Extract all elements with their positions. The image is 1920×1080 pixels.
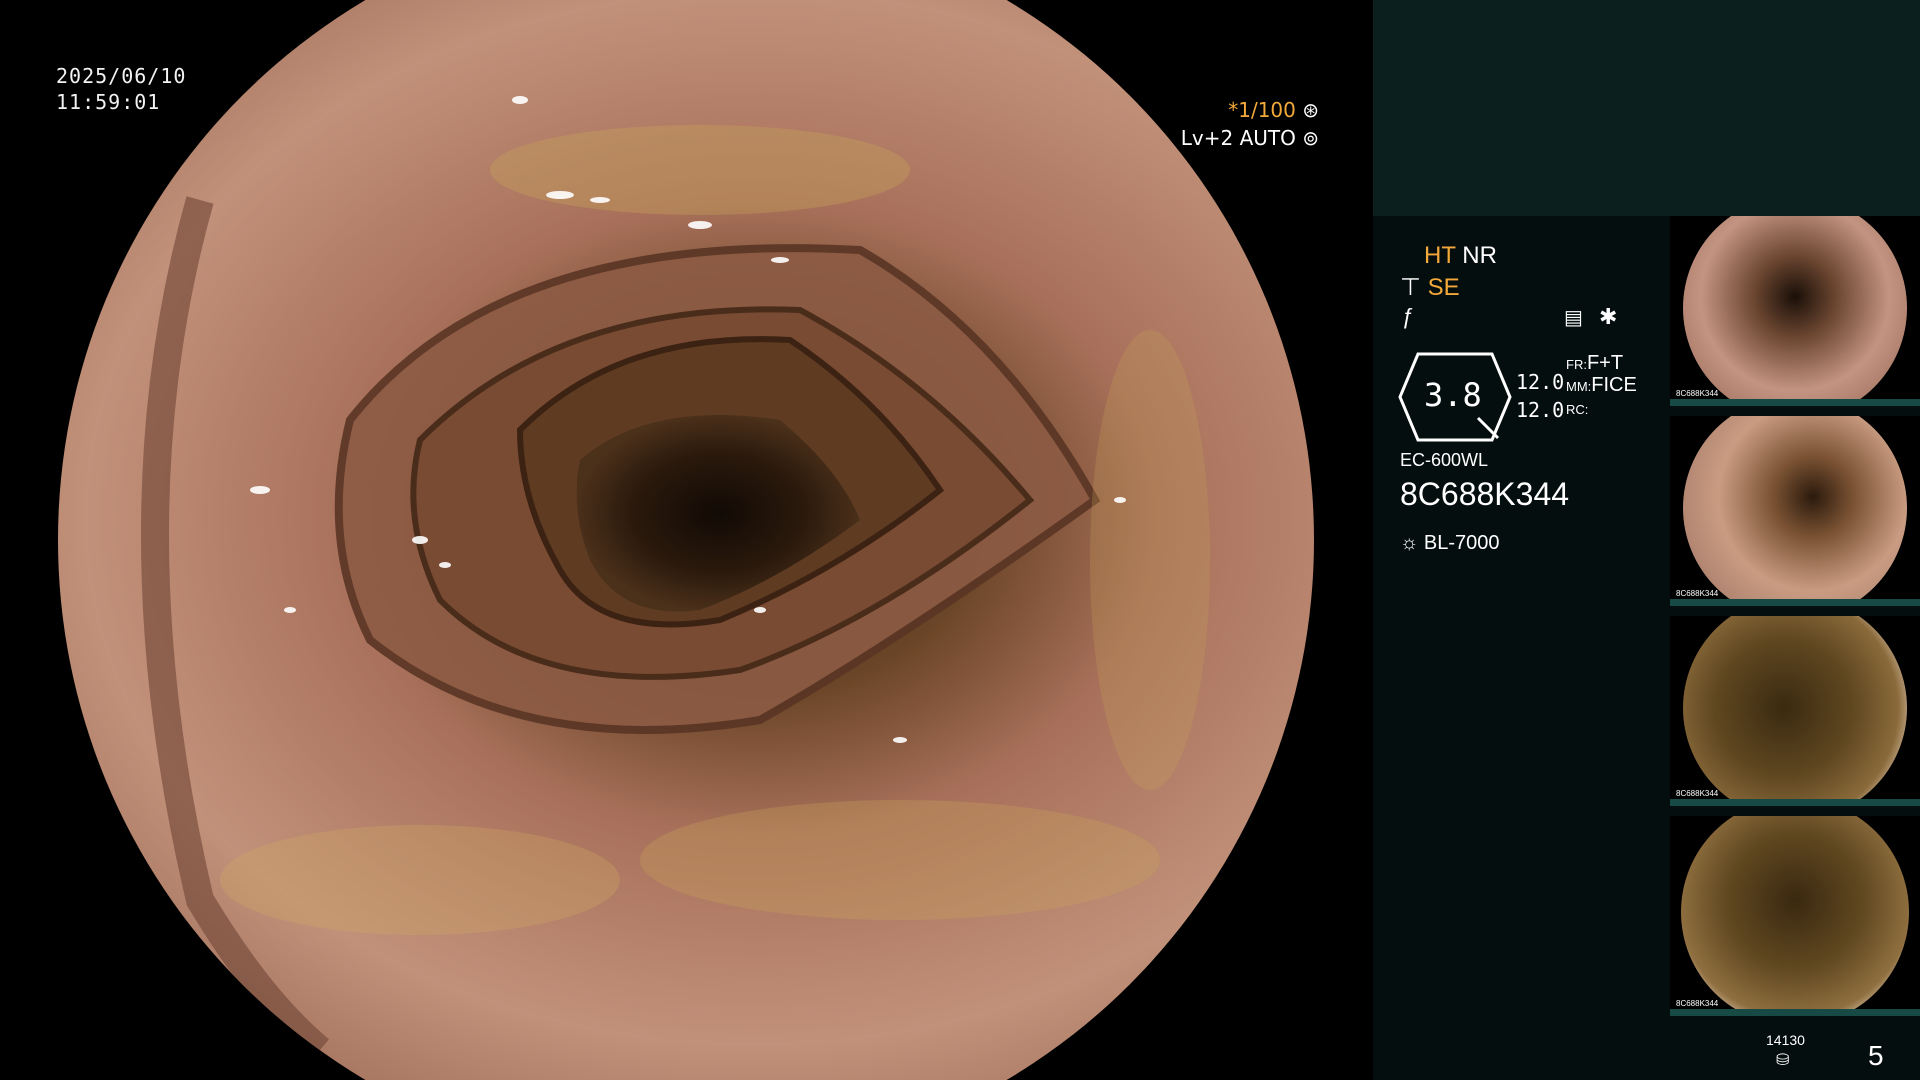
color-tone-icon: ƒ bbox=[1402, 304, 1415, 329]
capture-thumbnail[interactable]: 8C688K344 bbox=[1670, 416, 1920, 606]
fr-value: F+T bbox=[1586, 352, 1624, 374]
time-label: 11:59:01 bbox=[56, 90, 161, 114]
capture-thumbnail[interactable]: 8C688K344 bbox=[1670, 616, 1920, 806]
rc-label: RC: bbox=[1566, 402, 1589, 417]
endoscope-view: 2025/06/10 11:59:01 *1/100 ⊛ Lv+2 AUTO ⊚ bbox=[0, 0, 1373, 1080]
thumbnail-label: 8C688K344 bbox=[1676, 589, 1719, 598]
capture-count: 5 bbox=[1868, 1040, 1884, 1071]
fr-row: FR:F+T bbox=[1566, 352, 1623, 375]
thumbnail-label: 8C688K344 bbox=[1676, 789, 1719, 798]
disk-icon: ⛁ bbox=[1776, 1052, 1790, 1069]
dial-value: 3.8 bbox=[1424, 376, 1482, 414]
iris-readout: Lv+2 AUTO ⊚ bbox=[1181, 126, 1319, 150]
thumbnail-image bbox=[1683, 216, 1907, 406]
scope-serial: 8C688K344 bbox=[1400, 476, 1570, 512]
aperture-icon: ⊛ bbox=[1302, 98, 1319, 122]
endoscope-image bbox=[58, 0, 1314, 1080]
storage-count: 14130 bbox=[1766, 1032, 1805, 1048]
fr-label: FR: bbox=[1566, 357, 1587, 372]
thumbnail-label: 8C688K344 bbox=[1676, 999, 1719, 1008]
rc-row: RC: bbox=[1566, 402, 1588, 417]
shutter-value: *1/100 bbox=[1228, 98, 1296, 122]
date-label: 2025/06/10 bbox=[56, 64, 187, 88]
nr-label: NR bbox=[1462, 242, 1497, 269]
thumbnail-bar bbox=[1670, 599, 1920, 606]
enhance-row: HT NR bbox=[1424, 242, 1497, 270]
thumbnail-image bbox=[1683, 616, 1907, 806]
thumbnail-bar bbox=[1670, 1009, 1920, 1016]
thumbnail-label: 8C688K344 bbox=[1676, 389, 1719, 398]
panel-header bbox=[1373, 0, 1920, 216]
gain-bottom: 12.0 bbox=[1516, 398, 1565, 422]
settings-list-icon: ▤ bbox=[1564, 307, 1583, 329]
asterisk-icon: ✱ bbox=[1599, 304, 1618, 329]
capture-thumbnail[interactable]: 8C688K344 bbox=[1670, 816, 1920, 1016]
shutter-readout: *1/100 ⊛ bbox=[1228, 98, 1319, 122]
thumbnail-bar bbox=[1670, 399, 1920, 406]
thumbnail-image bbox=[1681, 816, 1909, 1016]
se-row: ⊤ SE bbox=[1400, 273, 1460, 302]
structure-enhance-icon: ⊤ bbox=[1400, 274, 1421, 301]
gain-top: 12.0 bbox=[1516, 370, 1565, 394]
mm-value: FICE bbox=[1591, 374, 1637, 396]
capture-thumbnail[interactable]: 8C688K344 bbox=[1670, 216, 1920, 406]
scope-model: EC-600WL bbox=[1400, 450, 1489, 470]
mm-row: MM:FICE bbox=[1566, 374, 1637, 397]
iris-value: Lv+2 AUTO bbox=[1180, 126, 1296, 150]
light-source-row: ☼ BL-7000 bbox=[1400, 532, 1500, 555]
thumbnail-bar bbox=[1670, 799, 1920, 806]
iris-icon: ⊚ bbox=[1302, 126, 1319, 150]
se-label: SE bbox=[1427, 274, 1460, 301]
light-source-icon: ☼ bbox=[1400, 532, 1419, 554]
mm-label: MM: bbox=[1566, 379, 1592, 394]
light-source-label: BL-7000 bbox=[1423, 532, 1500, 554]
thumbnail-image bbox=[1683, 416, 1907, 606]
ht-label: HT bbox=[1424, 242, 1456, 269]
